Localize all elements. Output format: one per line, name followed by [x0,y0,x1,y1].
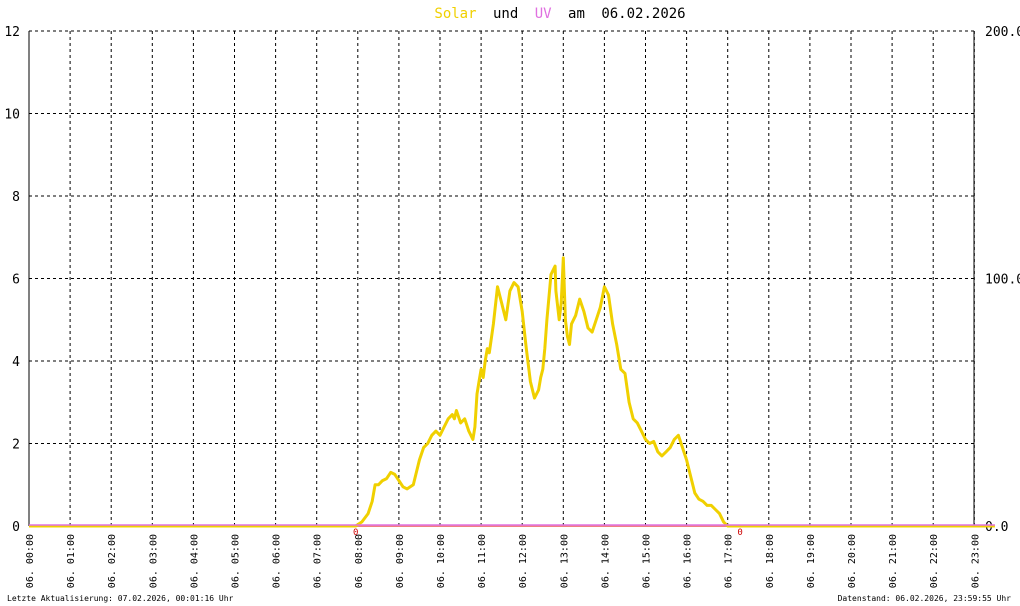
x-tick-label: 06. 13:00 [559,534,570,588]
x-tick-label: 06. 06:00 [272,534,283,588]
x-tick-label: 06. 18:00 [765,534,776,588]
title-uv: UV [535,6,552,22]
x-tick-label: 06. 02:00 [107,534,118,588]
title-am: am [568,6,585,22]
left-tick-label: 6 [12,273,20,288]
chart-root: Solar und UV am 06.02.2026 0 2 4 6 8 10 12 0.0 1… [0,0,1020,606]
x-tick-label: 06. 11:00 [477,534,488,588]
left-tick-label: 8 [12,190,20,205]
left-tick-label: 2 [12,438,20,453]
zero-marker-label: 0 [737,528,742,538]
x-tick-label: 06. 17:00 [724,534,735,588]
x-tick-label: 06. 10:00 [436,534,447,588]
x-tick-label: 06. 09:00 [395,534,406,588]
x-tick-label: 06. 20:00 [847,534,858,588]
x-tick-label: 06. 23:00 [970,534,981,588]
axes: 0246810120.0100.0200.006. 00:0006. 01:00… [4,25,1020,588]
x-tick-label: 06. 05:00 [231,534,242,588]
chart-title: Solar und UV am 06.02.2026 [434,6,685,22]
series-solar-line [29,256,995,528]
x-tick-label: 06. 12:00 [518,534,529,588]
x-tick-label: 06. 07:00 [313,534,324,588]
left-tick-label: 4 [12,355,20,370]
right-tick-label: 200.0 [985,25,1020,40]
zero-marker-label: 0 [353,528,358,538]
x-tick-label: 06. 15:00 [642,534,653,588]
x-tick-label: 06. 14:00 [600,534,611,588]
grid [29,30,975,526]
x-tick-label: 06. 08:00 [354,534,365,588]
right-tick-label: 100.0 [985,273,1020,288]
x-tick-label: 06. 21:00 [888,534,899,588]
title-und: und [493,6,518,22]
x-tick-label: 06. 03:00 [148,534,159,588]
left-tick-label: 12 [4,25,20,40]
x-tick-label: 06. 00:00 [25,534,36,588]
title-solar: Solar [434,6,476,22]
title-date: 06.02.2026 [601,6,685,22]
x-tick-label: 06. 01:00 [66,534,77,588]
footer-data-state: Datenstand: 06.02.2026, 23:59:55 Uhr [838,594,1012,603]
left-tick-label: 10 [4,108,20,123]
x-tick-label: 06. 16:00 [683,534,694,588]
x-tick-label: 06. 22:00 [929,534,940,588]
solar-uv-chart: Solar und UV am 06.02.2026 0246810120.01… [4,6,1020,603]
left-tick-label: 0 [12,520,20,535]
series [29,256,995,528]
footer-last-update: Letzte Aktualisierung: 07.02.2026, 00:01… [7,594,234,603]
x-tick-label: 06. 04:00 [189,534,200,588]
x-tick-label: 06. 19:00 [806,534,817,588]
